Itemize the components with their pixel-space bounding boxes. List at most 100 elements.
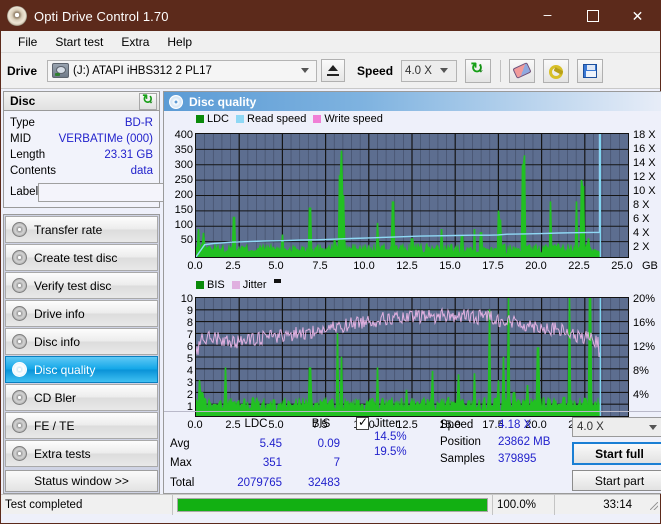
chart1-ytick-right: 12 X: [633, 171, 656, 183]
maximize-button[interactable]: [570, 1, 615, 31]
chart2-ytick-right: 20%: [633, 293, 656, 305]
speed-select[interactable]: 4.0 X: [401, 59, 458, 82]
optical-drive-icon: [52, 63, 70, 78]
chart2-ytick-right: 12%: [633, 341, 656, 353]
disc-row-key: MID: [10, 133, 32, 145]
chart1-ytick: 50: [180, 234, 193, 246]
sidebar-item-label: Drive info: [34, 306, 85, 321]
disc-row-value: 23.31 GB: [104, 149, 153, 161]
eject-icon: [327, 65, 340, 76]
legend-swatch-icon: [236, 115, 245, 123]
chart1-xtick: 12.5: [396, 260, 418, 272]
chart1-ytick-right: 6 X: [633, 213, 650, 225]
stats-row-key-avg: Avg: [170, 437, 190, 450]
sidebar-item-drive-info[interactable]: Drive info: [5, 300, 158, 327]
stats-avg-ldc: 5.45: [259, 437, 282, 450]
start-part-button[interactable]: Start part: [572, 470, 661, 491]
chart2-ytick: 8: [186, 317, 193, 329]
legend-swatch-icon: [231, 281, 240, 289]
disc-refresh-button[interactable]: [139, 92, 157, 110]
chart2-ytick: 4: [186, 365, 193, 377]
drive-select[interactable]: (J:) ATAPI iHBS312 2 PL17: [47, 59, 318, 82]
sidebar-item-label: Verify test disc: [34, 278, 112, 293]
sidebar-item-extra-tests[interactable]: Extra tests: [5, 440, 158, 467]
menu-item-start-test[interactable]: Start test: [46, 33, 112, 51]
stats-table: LDC BIS Avg 5.45 0.09 Max 351 7 Total 20…: [170, 417, 350, 493]
chart2-ytick: 9: [186, 305, 193, 317]
legend-label: Jitter: [242, 279, 267, 291]
legend-item-bis: BIS: [196, 279, 225, 291]
sidebar-item-verify-test-disc[interactable]: Verify test disc: [5, 272, 158, 299]
window-controls: [525, 1, 660, 31]
menu-item-help[interactable]: Help: [158, 33, 201, 51]
stats-max-ldc: 351: [262, 457, 282, 469]
info-key-position: Position: [440, 436, 481, 448]
disc-icon: [12, 390, 27, 405]
stats-col-header-ldc: LDC: [244, 418, 268, 430]
chart1-ytick-right: 4 X: [633, 227, 650, 239]
stats-panel: LDC BIS Avg 5.45 0.09 Max 351 7 Total 20…: [164, 411, 661, 493]
disc-row-mid: MID VERBATIMe (000): [10, 131, 153, 147]
status-window-button[interactable]: Status window >>: [5, 470, 158, 492]
chart1-ytick-right: 2 X: [633, 241, 650, 253]
sidebar-item-label: Transfer rate: [34, 222, 103, 237]
chart1-ytick: 400: [174, 129, 193, 141]
menu-item-extra[interactable]: Extra: [112, 33, 158, 51]
refresh-button[interactable]: [465, 58, 492, 83]
jitter-checkbox-row[interactable]: Jitter: [356, 415, 438, 430]
chart1-ytick: 250: [174, 174, 193, 186]
left-panel: Disc Type BD-R MID VERBATIMe (000) Lengt…: [3, 91, 242, 494]
sidebar-item-fe-te[interactable]: FE / TE: [5, 412, 158, 439]
disc-icon: [12, 362, 27, 377]
chart2-ytick: 3: [186, 377, 193, 389]
sidebar-item-label: FE / TE: [34, 418, 75, 433]
stats-avg-bis: 0.09: [317, 437, 340, 450]
chart1-legend: LDC Read speed Write speed: [196, 113, 390, 125]
sidebar-item-disc-quality[interactable]: Disc quality: [5, 356, 158, 383]
chart1-ytick: 100: [174, 219, 193, 231]
sidebar-item-create-test-disc[interactable]: Create test disc: [5, 244, 158, 271]
chart1-xtick: 2.5: [225, 260, 241, 272]
plot2-svg: [196, 298, 628, 416]
sidebar-item-disc-info[interactable]: Disc info: [5, 328, 158, 355]
plot1-svg: [196, 134, 628, 257]
elapsed-time: 33:14: [554, 494, 646, 515]
info-value-speed: 4.18 X: [498, 419, 532, 431]
jitter-column: Jitter 14.5% 19.5%: [356, 415, 438, 493]
content-header: Disc quality: [164, 92, 661, 111]
resize-grip-icon[interactable]: [646, 498, 660, 512]
stats-row-key-max: Max: [170, 457, 192, 469]
disc-icon: [12, 278, 27, 293]
legend-label: Write speed: [324, 113, 383, 125]
erase-button[interactable]: [509, 58, 536, 83]
info-row-samples: Samples 379895: [440, 451, 568, 468]
disc-panel-header: Disc: [3, 91, 160, 111]
disc-row-type: Type BD-R: [10, 115, 153, 131]
close-button[interactable]: [615, 1, 660, 31]
window-title: Opti Drive Control 1.70: [34, 8, 169, 24]
test-speed-select[interactable]: 4.0 X: [572, 417, 661, 437]
start-full-button[interactable]: Start full: [572, 442, 661, 465]
save-button[interactable]: [577, 58, 604, 83]
legend-item-jitter: Jitter: [231, 279, 267, 291]
minimize-button[interactable]: [525, 1, 570, 31]
menu-item-file[interactable]: File: [9, 33, 46, 51]
chart2-ytick-right: 8%: [633, 365, 649, 377]
chevron-down-icon: [649, 424, 657, 430]
chart1-ytick-right: 18 X: [633, 129, 656, 141]
test-speed-value: 4.0 X: [577, 421, 604, 433]
jitter-checkbox[interactable]: [356, 415, 369, 430]
chart1-plot-area: [195, 133, 629, 258]
disc-info-box: Type BD-R MID VERBATIMe (000) Length 23.…: [3, 111, 242, 208]
sidebar-item-cd-bler[interactable]: CD Bler: [5, 384, 158, 411]
legend-swatch-icon: [313, 115, 322, 123]
sidebar-item-label: Disc info: [34, 334, 81, 349]
sidebar-item-transfer-rate[interactable]: Transfer rate: [5, 216, 158, 243]
eject-button[interactable]: [321, 59, 346, 82]
disc-icon: [12, 334, 27, 349]
chart2-legend: BIS Jitter: [196, 279, 284, 291]
progress-percent: 100.0%: [492, 494, 554, 515]
disc-label-caption: Label: [10, 186, 39, 198]
legend-label: LDC: [207, 113, 230, 125]
tools-button[interactable]: [543, 58, 570, 83]
